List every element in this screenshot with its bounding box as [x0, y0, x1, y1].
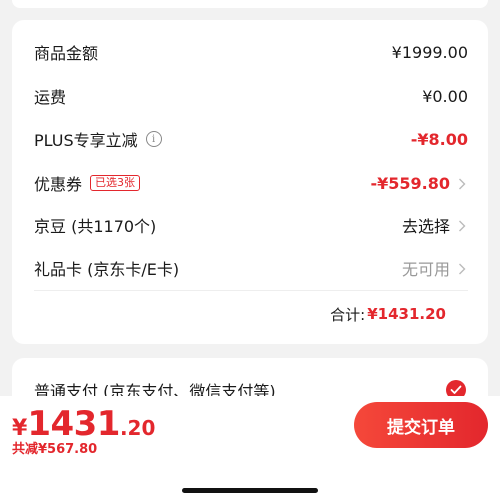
gift-card-value: 无可用	[401, 260, 450, 279]
info-icon[interactable]: i	[145, 131, 162, 147]
summary-divider	[34, 290, 468, 291]
checkout-bar: ¥ 1431 .20 共减¥567.80 提交订单	[0, 396, 500, 503]
gift-card-row[interactable]: 礼品卡 (京东卡/E卡) 无可用	[34, 256, 468, 280]
chevron-right-icon	[458, 263, 468, 275]
total-value: ¥1431.20	[367, 305, 446, 323]
total-row: 合计: ¥1431.20	[330, 302, 446, 326]
shipping-value: ¥0.00	[422, 86, 468, 106]
chevron-right-icon	[458, 178, 468, 190]
coupon-row[interactable]: 优惠券 已选3张 -¥559.80	[34, 171, 468, 195]
plus-discount-label: PLUS专享立减	[34, 131, 138, 150]
goods-amount-label: 商品金额	[34, 44, 99, 63]
shipping-label: 运费	[34, 88, 67, 107]
total-label: 合计:	[330, 305, 366, 324]
jd-beans-label: 京豆 (共1170个)	[34, 217, 157, 236]
jd-beans-value: 去选择	[401, 217, 450, 236]
order-summary-card: 商品金额 ¥1999.00 运费 ¥0.00 PLUS专享立减 i -¥8.00…	[12, 20, 488, 344]
coupon-label: 优惠券	[34, 175, 83, 194]
gift-card-label: 礼品卡 (京东卡/E卡)	[34, 260, 180, 279]
coupon-value: -¥559.80	[370, 173, 450, 193]
jd-beans-row[interactable]: 京豆 (共1170个) 去选择	[34, 213, 468, 237]
plus-discount-row: PLUS专享立减 i -¥8.00	[34, 127, 468, 151]
price-decimal: .20	[119, 416, 156, 440]
home-indicator	[182, 488, 318, 493]
goods-amount-row: 商品金额 ¥1999.00	[34, 40, 468, 64]
total-saved-text: 共减¥567.80	[12, 442, 98, 457]
coupon-selected-badge: 已选3张	[90, 175, 141, 191]
previous-card-edge	[12, 0, 488, 8]
chevron-right-icon	[458, 220, 468, 232]
submit-order-button[interactable]: 提交订单	[354, 402, 488, 448]
goods-amount-value: ¥1999.00	[391, 42, 468, 62]
plus-discount-value: -¥8.00	[410, 129, 468, 149]
shipping-row: 运费 ¥0.00	[34, 84, 468, 108]
